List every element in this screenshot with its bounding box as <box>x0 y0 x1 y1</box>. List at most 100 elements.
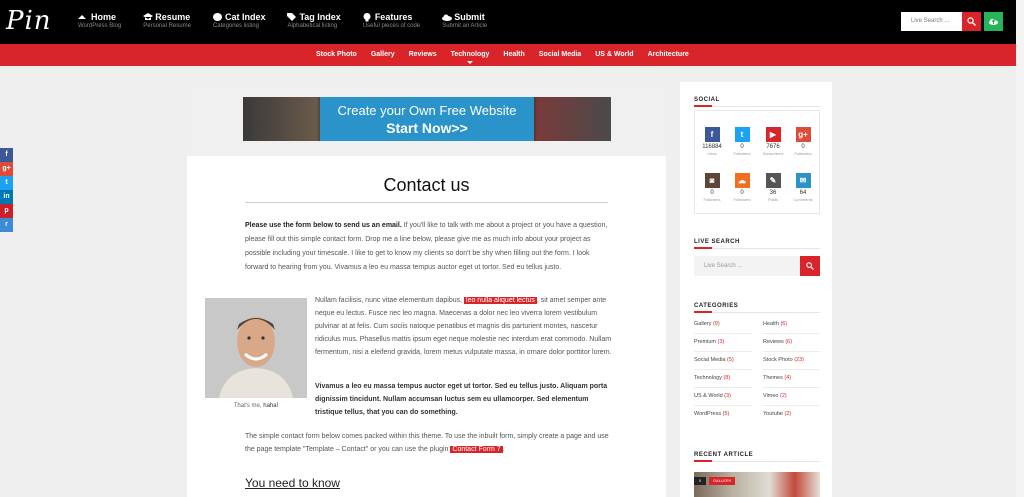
lightbulb-icon <box>363 13 372 22</box>
category-bar: Stock Photo Gallery Reviews Technology H… <box>0 44 1024 66</box>
category-divider <box>694 387 752 388</box>
body-paragraph: Nullam facilisis, nunc vitae elementum d… <box>315 294 613 359</box>
category-item[interactable]: Youtube (2) <box>763 411 791 417</box>
social-counter-youtube[interactable]: ▶ 7676 Subscribers <box>758 127 788 156</box>
nav-label: Home <box>91 12 117 22</box>
instagram-icon: ◙ <box>704 173 720 188</box>
category-divider <box>694 405 752 406</box>
social-counter-google-plus[interactable]: g+ 0 Followers <box>788 127 818 156</box>
nav-item-cat-index[interactable]: Cat Index Categories listing <box>212 12 265 29</box>
twitter-icon: t <box>734 127 750 142</box>
social-count: 0 <box>740 190 744 196</box>
highlight-text: leo nulla aliquet lectus <box>464 297 537 304</box>
category-item[interactable]: Premium (3) <box>694 339 724 345</box>
social-counter-instagram[interactable]: ◙ 0 Followers <box>697 173 727 202</box>
category-link[interactable]: Social Media <box>539 51 581 58</box>
twitter-icon[interactable]: t <box>0 176 13 190</box>
top-bar: Pin Home WordPress Blog Resume Personal … <box>0 0 1024 44</box>
section-heading: You need to know <box>245 476 340 490</box>
body-paragraph: The simple contact form below comes pack… <box>245 430 613 456</box>
widget-title-social: SOCIAL <box>694 97 720 103</box>
linkedin-icon[interactable]: in <box>0 190 13 204</box>
banner-cta: Create your Own Free Website Start Now>> <box>320 97 534 141</box>
category-link[interactable]: Reviews <box>409 51 437 58</box>
page-scrollbar[interactable] <box>1016 0 1024 497</box>
nav-label: Tag Index <box>299 12 341 22</box>
nav-item-tag-index[interactable]: Tag Index Alphabetical listing <box>287 12 341 29</box>
category-divider <box>763 387 820 388</box>
youtube-icon: ▶ <box>765 127 781 142</box>
intro-paragraph: Please use the form below to send us an … <box>245 219 613 275</box>
live-search-button[interactable] <box>800 256 820 276</box>
comments-icon: ✉ <box>795 173 811 188</box>
category-item[interactable]: Health (6) <box>763 321 787 327</box>
google-plus-icon[interactable]: g+ <box>0 162 13 176</box>
live-search-input[interactable]: Live Search ... <box>694 256 800 276</box>
category-item[interactable]: Social Media (5) <box>694 357 734 363</box>
bold-paragraph: Vivamus a leo eu massa tempus auctor ege… <box>315 383 608 416</box>
widget-divider <box>694 105 820 107</box>
category-link[interactable]: Gallery <box>371 51 395 58</box>
social-count: 116884 <box>702 144 722 150</box>
social-count: 36 <box>769 190 777 196</box>
social-count: 0 <box>710 190 714 196</box>
widget-title-categories: CATEGORIES <box>694 303 739 309</box>
social-count: 7676 <box>766 144 780 150</box>
category-item[interactable]: Gallery (9) <box>694 321 720 327</box>
category-link[interactable]: Architecture <box>648 51 689 58</box>
nav-item-features[interactable]: Features Useful pieces of code <box>363 12 420 29</box>
main-nav: Home WordPress Blog Resume Personal Resu… <box>78 12 509 29</box>
intro-bold: Please use the form below to send us an … <box>245 222 402 229</box>
cloud-upload-icon <box>989 18 998 25</box>
nav-sublabel: Useful pieces of code <box>362 23 421 29</box>
plugin-link[interactable]: Contact Form 7 <box>450 446 503 453</box>
category-link[interactable]: Health <box>503 51 524 58</box>
nav-label: Resume <box>155 12 191 22</box>
nav-sublabel: WordPress Blog <box>78 23 122 29</box>
recent-article-thumbnail[interactable]: 0 GALLERY <box>694 472 820 497</box>
nav-label: Submit <box>454 12 485 22</box>
social-counter-facebook[interactable]: f 116884 Likes <box>697 127 727 156</box>
nav-item-resume[interactable]: Resume Personal Resume <box>143 12 191 29</box>
category-item[interactable]: Technology (8) <box>694 375 730 381</box>
widget-divider <box>694 460 820 462</box>
nav-item-submit[interactable]: Submit Submit an Article <box>442 12 487 29</box>
tags-icon <box>287 13 297 21</box>
upload-button[interactable] <box>984 12 1003 31</box>
category-link[interactable]: Stock Photo <box>316 51 357 58</box>
paragraph-text: , sit amet semper ante neque eu lectus. … <box>315 297 612 356</box>
reddit-icon[interactable]: r <box>0 218 13 232</box>
ad-banner[interactable]: Create your Own Free Website Start Now>> <box>243 97 611 141</box>
social-count-label: Subscribers <box>762 151 784 156</box>
home-icon <box>78 15 86 19</box>
widget-title-live-search: LIVE SEARCH <box>694 239 740 245</box>
pencil-icon: ✎ <box>765 173 781 188</box>
pinterest-icon[interactable]: p <box>0 204 13 218</box>
category-divider <box>763 333 820 334</box>
social-counter-comments[interactable]: ✉ 64 Comments <box>788 173 818 202</box>
banner-button-text: Start Now>> <box>386 120 468 136</box>
category-item[interactable]: Vimeo (2) <box>763 393 787 399</box>
social-count: 64 <box>799 190 807 196</box>
category-item[interactable]: Reviews (6) <box>763 339 792 345</box>
category-badge[interactable]: GALLERY <box>709 477 736 485</box>
search-button[interactable] <box>962 12 981 31</box>
title-divider <box>245 202 608 203</box>
category-link[interactable]: US & World <box>595 51 633 58</box>
category-divider <box>763 369 820 370</box>
category-item[interactable]: US & World (3) <box>694 393 731 399</box>
social-counter-soundcloud[interactable]: ☁ 0 Followers <box>727 173 757 202</box>
search-input[interactable]: Live Search ... <box>901 12 962 31</box>
social-count-label: Posts <box>767 197 778 202</box>
facebook-icon[interactable]: f <box>0 148 13 162</box>
category-item[interactable]: Themes (4) <box>763 375 791 381</box>
nav-item-home[interactable]: Home WordPress Blog <box>78 12 121 29</box>
category-item[interactable]: WordPress (5) <box>694 411 729 417</box>
site-logo[interactable]: Pin <box>6 6 52 36</box>
social-counter-twitter[interactable]: t 0 Followers <box>727 127 757 156</box>
google-plus-icon: g+ <box>795 127 811 142</box>
category-item[interactable]: Stock Photo (23) <box>763 357 804 363</box>
social-counter-posts[interactable]: ✎ 36 Posts <box>758 173 788 202</box>
category-link-active[interactable]: Technology <box>451 51 489 64</box>
widget-divider <box>694 311 820 313</box>
